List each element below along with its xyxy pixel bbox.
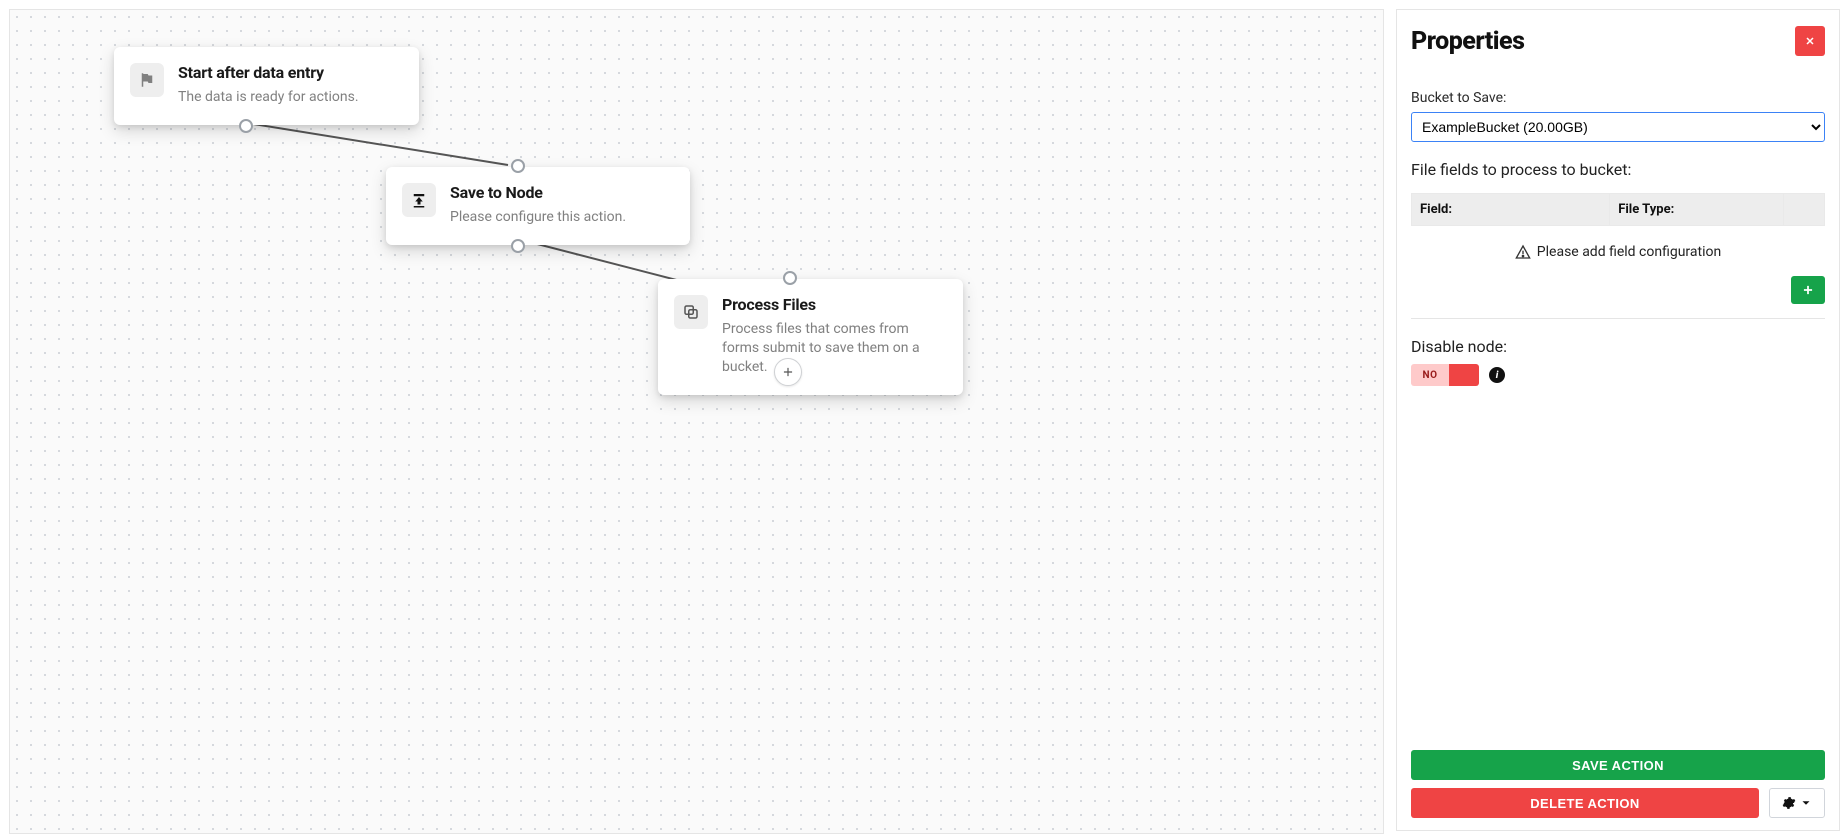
- node-subtitle: Process files that comes from forms subm…: [722, 320, 942, 377]
- node-process[interactable]: Process Files Process files that comes f…: [658, 279, 963, 395]
- caret-down-icon: [1799, 796, 1813, 810]
- node-subtitle: The data is ready for actions.: [178, 88, 359, 107]
- workflow-canvas[interactable]: Start after data entry The data is ready…: [9, 9, 1384, 834]
- node-title: Save to Node: [450, 183, 626, 202]
- table-header-type: File Type:: [1610, 194, 1783, 226]
- table-header-actions: [1783, 194, 1824, 226]
- download-icon: [402, 183, 436, 217]
- empty-state-text: Please add field configuration: [1537, 244, 1721, 260]
- node-port[interactable]: [239, 119, 253, 133]
- toggle-label: NO: [1411, 364, 1449, 386]
- node-title: Start after data entry: [178, 63, 359, 82]
- node-start[interactable]: Start after data entry The data is ready…: [114, 47, 419, 125]
- node-subtitle: Please configure this action.: [450, 208, 626, 227]
- table-header-field: Field:: [1412, 194, 1610, 226]
- node-port[interactable]: [511, 239, 525, 253]
- node-save[interactable]: Save to Node Please configure this actio…: [386, 167, 690, 245]
- field-config-table: Field: File Type:: [1411, 193, 1825, 226]
- workflow-edges: [10, 10, 1383, 833]
- file-fields-label: File fields to process to bucket:: [1411, 160, 1825, 179]
- add-field-button[interactable]: [1791, 276, 1825, 304]
- divider: [1411, 318, 1825, 319]
- properties-panel: Properties Bucket to Save: ExampleBucket…: [1396, 9, 1840, 831]
- bucket-label: Bucket to Save:: [1411, 90, 1825, 106]
- bucket-select[interactable]: ExampleBucket (20.00GB): [1411, 112, 1825, 142]
- disable-node-label: Disable node:: [1411, 337, 1825, 356]
- toggle-knob: [1449, 364, 1479, 386]
- node-port[interactable]: [511, 159, 525, 173]
- node-port[interactable]: [783, 271, 797, 285]
- settings-dropdown-button[interactable]: [1769, 788, 1825, 818]
- delete-action-button[interactable]: DELETE ACTION: [1411, 788, 1759, 818]
- disable-node-toggle[interactable]: NO: [1411, 364, 1479, 386]
- info-icon[interactable]: i: [1489, 367, 1505, 383]
- add-node-button[interactable]: [774, 358, 802, 386]
- flag-icon: [130, 63, 164, 97]
- close-panel-button[interactable]: [1795, 26, 1825, 56]
- copy-icon: [674, 295, 708, 329]
- panel-title: Properties: [1411, 27, 1524, 56]
- save-action-button[interactable]: SAVE ACTION: [1411, 750, 1825, 780]
- node-title: Process Files: [722, 295, 942, 314]
- warning-icon: [1515, 244, 1531, 260]
